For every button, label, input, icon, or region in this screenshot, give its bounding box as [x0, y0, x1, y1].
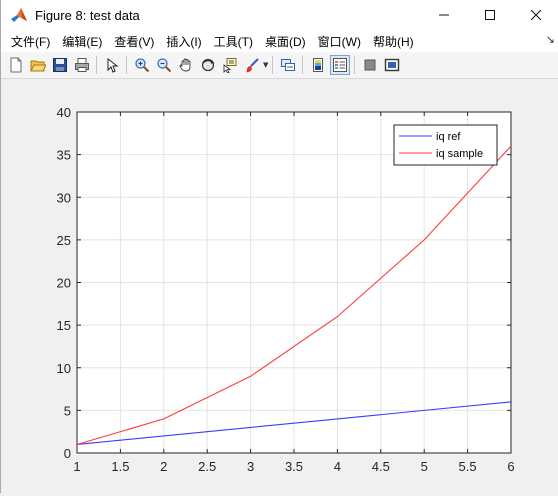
new-figure-button[interactable] — [6, 55, 26, 75]
y-tick-label: 15 — [57, 318, 71, 333]
close-icon — [531, 10, 541, 20]
insert-colorbar-button[interactable] — [308, 55, 328, 75]
y-tick-label: 5 — [64, 403, 71, 418]
hide-plot-tools-button[interactable] — [360, 55, 380, 75]
x-tick-label: 4.5 — [372, 459, 390, 474]
toolbar-separator — [96, 56, 97, 74]
y-tick-label: 25 — [57, 233, 71, 248]
zoom-out-button[interactable] — [154, 55, 174, 75]
open-file-icon — [30, 60, 46, 72]
zoom-in-button[interactable] — [132, 55, 152, 75]
open-file-button[interactable] — [28, 55, 48, 75]
edit-plot-button[interactable] — [102, 55, 122, 75]
menu-desktop[interactable]: 桌面(D) — [261, 33, 310, 50]
insert-legend-icon — [333, 58, 348, 72]
rotate-3d-icon — [201, 58, 215, 72]
save-button[interactable] — [50, 55, 70, 75]
link-plot-button[interactable] — [278, 55, 298, 75]
y-tick-label: 40 — [57, 105, 71, 120]
edit-plot-icon — [107, 57, 119, 73]
save-icon — [53, 58, 67, 72]
pan-button[interactable] — [176, 55, 196, 75]
x-tick-label: 3 — [247, 459, 254, 474]
line-chart[interactable]: 1 1.5 2 2.5 3 3.5 4 4.5 5 5.5 6 0 5 10 15 20 25 30 35 40 iq … — [1, 79, 557, 492]
data-cursor-icon — [223, 58, 237, 73]
window-title: Figure 8: test data — [35, 7, 140, 23]
plot-axes[interactable]: 1 1.5 2 2.5 3 3.5 4 4.5 5 5.5 6 0 5 10 15 20 25 30 35 40 iq … — [57, 105, 515, 474]
minimize-button[interactable] — [421, 0, 467, 30]
y-tick-label: 10 — [57, 361, 71, 376]
x-tick-label: 4 — [334, 459, 341, 474]
y-tick-label: 20 — [57, 276, 71, 291]
menu-help[interactable]: 帮助(H) — [369, 33, 418, 50]
menu-edit[interactable]: 编辑(E) — [58, 33, 106, 50]
x-tick-label: 2.5 — [198, 459, 216, 474]
zoom-out-icon — [157, 58, 172, 73]
matlab-logo-icon — [10, 6, 28, 24]
x-tick-label: 6 — [507, 459, 514, 474]
dock-arrow-icon[interactable]: ↘ — [546, 33, 555, 46]
insert-legend-button[interactable] — [330, 55, 351, 75]
legend-label: iq sample — [436, 148, 483, 160]
brush-button[interactable] — [242, 55, 262, 75]
legend-label: iq ref — [436, 131, 461, 143]
toolbar-separator — [354, 56, 356, 74]
print-button[interactable] — [72, 55, 92, 75]
figure-toolbar: ▼ — [1, 52, 558, 79]
menu-window[interactable]: 窗口(W) — [314, 33, 365, 50]
hide-plot-tools-icon — [364, 59, 376, 71]
x-tick-label: 5.5 — [459, 459, 477, 474]
toolbar-separator — [302, 56, 304, 74]
brush-icon — [245, 58, 259, 73]
toolbar-separator — [272, 56, 274, 74]
toolbar-separator — [126, 56, 127, 74]
menu-view[interactable]: 查看(V) — [110, 33, 158, 50]
maximize-button[interactable] — [467, 0, 513, 30]
data-cursor-button[interactable] — [220, 55, 240, 75]
x-tick-label: 1.5 — [111, 459, 129, 474]
window-controls — [421, 0, 558, 30]
minimize-icon — [439, 14, 449, 16]
brush-dropdown-icon[interactable]: ▼ — [263, 61, 268, 69]
new-figure-icon — [10, 57, 22, 73]
y-tick-label: 30 — [57, 190, 71, 205]
show-plot-tools-icon — [385, 58, 400, 72]
figure-window: Figure 8: test data 文件(F) 编辑(E) 查看(V) 插入… — [0, 0, 558, 493]
pan-icon — [179, 58, 191, 72]
figure-canvas[interactable]: 1 1.5 2 2.5 3 3.5 4 4.5 5 5.5 6 0 5 10 15 20 25 30 35 40 iq … — [1, 79, 558, 493]
x-tick-label: 3.5 — [285, 459, 303, 474]
close-button[interactable] — [513, 0, 558, 30]
menu-insert[interactable]: 插入(I) — [162, 33, 205, 50]
menu-file[interactable]: 文件(F) — [7, 33, 54, 50]
link-plot-icon — [281, 59, 296, 71]
x-tick-label: 1 — [73, 459, 80, 474]
show-plot-tools-button[interactable] — [382, 55, 402, 75]
y-tick-label: 35 — [57, 148, 71, 163]
maximize-icon — [485, 10, 495, 20]
zoom-in-icon — [135, 58, 150, 73]
menu-tools[interactable]: 工具(T) — [210, 33, 257, 50]
x-tick-label: 2 — [160, 459, 167, 474]
print-icon — [75, 58, 89, 72]
y-tick-label: 0 — [64, 446, 71, 461]
menu-bar: 文件(F) 编辑(E) 查看(V) 插入(I) 工具(T) 桌面(D) 窗口(W… — [1, 30, 558, 52]
insert-colorbar-icon — [313, 58, 324, 72]
title-bar[interactable]: Figure 8: test data — [1, 0, 558, 30]
rotate-3d-button[interactable] — [198, 55, 218, 75]
x-tick-label: 5 — [421, 459, 428, 474]
